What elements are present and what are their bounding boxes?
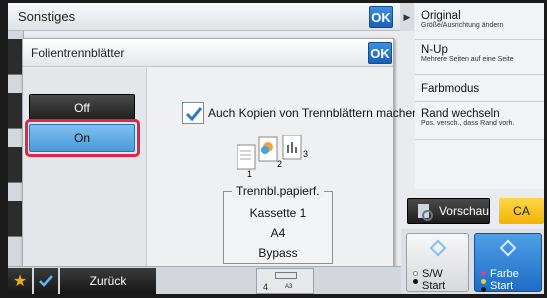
original-title: Original bbox=[421, 10, 461, 22]
color-dots bbox=[481, 271, 487, 294]
page-number: 3 bbox=[303, 149, 308, 159]
expand-arrow-icon[interactable]: ▶ bbox=[400, 3, 414, 31]
rand-wechseln-title: Rand wechseln bbox=[421, 108, 500, 120]
separator-pages-icon: 1 2 3 bbox=[237, 135, 308, 179]
bottom-bar: ★ Zurück 4 A3 bbox=[8, 266, 401, 294]
copy-separator-label: Auch Kopien von Trennblättern machen bbox=[208, 106, 419, 120]
paper-size: A4 bbox=[270, 226, 286, 240]
off-button[interactable]: Off bbox=[29, 94, 135, 122]
original-sub: Größe/Ausrichtung ändern bbox=[421, 22, 504, 29]
rand-wechseln-sub: Pos. versch., dass Rand vorh. bbox=[421, 120, 515, 127]
sonstiges-ok-button[interactable]: OK bbox=[369, 6, 393, 28]
page-number: 2 bbox=[277, 159, 282, 169]
copier-screen: Sonstiges OK Folientrennblätter OK Off O… bbox=[8, 3, 544, 294]
copy-count: 4 bbox=[263, 282, 269, 292]
dialog-ok-button[interactable]: OK bbox=[368, 42, 392, 64]
original-item[interactable]: Original Größe/Ausrichtung ändern bbox=[415, 3, 544, 40]
strip-cell bbox=[8, 93, 23, 129]
strip-cell bbox=[8, 147, 23, 183]
strip-cell bbox=[8, 39, 23, 75]
n-up-title: N-Up bbox=[421, 44, 448, 56]
sonstiges-title: Sonstiges bbox=[18, 9, 76, 24]
paper-size-indicator: A3 bbox=[285, 284, 293, 290]
page-number: 1 bbox=[247, 169, 252, 179]
farbmodus-item[interactable]: Farbmodus bbox=[415, 75, 544, 102]
start-area: S/W Start Farbe Start bbox=[401, 229, 544, 294]
preview-button[interactable]: Vorschau bbox=[407, 198, 490, 224]
start-diamond-icon bbox=[429, 239, 446, 257]
dialog-title: Folientrennblätter bbox=[31, 46, 125, 60]
separator-paper-button[interactable]: Trennbl.papierf. Kassette 1 A4 Bypass bbox=[223, 184, 333, 264]
paper-tray: Kassette 1 bbox=[249, 206, 307, 220]
right-panel: Original Größe/Ausrichtung ändern N-Up M… bbox=[415, 3, 544, 189]
tray-indicator bbox=[275, 272, 297, 279]
bw-dots bbox=[413, 271, 419, 287]
rand-wechseln-item[interactable]: Rand wechseln Pos. versch., dass Rand vo… bbox=[415, 102, 544, 140]
preview-icon bbox=[418, 204, 433, 221]
paper-status-widget: 4 A3 bbox=[256, 268, 314, 294]
dialog-header: Folientrennblätter OK bbox=[23, 39, 393, 67]
n-up-sub: Mehrere Seiten auf eine Seite bbox=[421, 56, 514, 63]
color-start-button[interactable]: Farbe Start bbox=[474, 233, 542, 292]
favorite-star-icon[interactable]: ★ bbox=[8, 268, 32, 294]
color-start-label: Farbe Start bbox=[490, 268, 519, 292]
back-button[interactable]: Zurück bbox=[60, 268, 156, 294]
n-up-item[interactable]: N-Up Mehrere Seiten auf eine Seite bbox=[415, 40, 544, 75]
preview-label: Vorschau bbox=[438, 204, 489, 218]
toggle-panel: Off On bbox=[23, 68, 147, 270]
paper-legend: Trennbl.papierf. bbox=[232, 184, 324, 198]
bw-start-button[interactable]: S/W Start bbox=[406, 233, 469, 292]
folientrennblaetter-dialog: Folientrennblätter OK Off On Auch Kopien… bbox=[22, 38, 419, 270]
confirm-check-icon[interactable] bbox=[34, 268, 58, 294]
selection-highlight bbox=[25, 119, 140, 157]
farbmodus-title: Farbmodus bbox=[421, 83, 480, 95]
checkmark-icon bbox=[185, 107, 203, 122]
start-diamond-icon bbox=[499, 239, 517, 257]
paper-type: Bypass bbox=[258, 246, 298, 260]
sonstiges-header: Sonstiges OK bbox=[8, 3, 400, 31]
bw-start-label: S/W Start bbox=[422, 268, 446, 292]
ca-button[interactable]: CA bbox=[499, 198, 544, 224]
copy-separator-checkbox[interactable] bbox=[182, 102, 204, 124]
strip-cell bbox=[8, 201, 23, 237]
